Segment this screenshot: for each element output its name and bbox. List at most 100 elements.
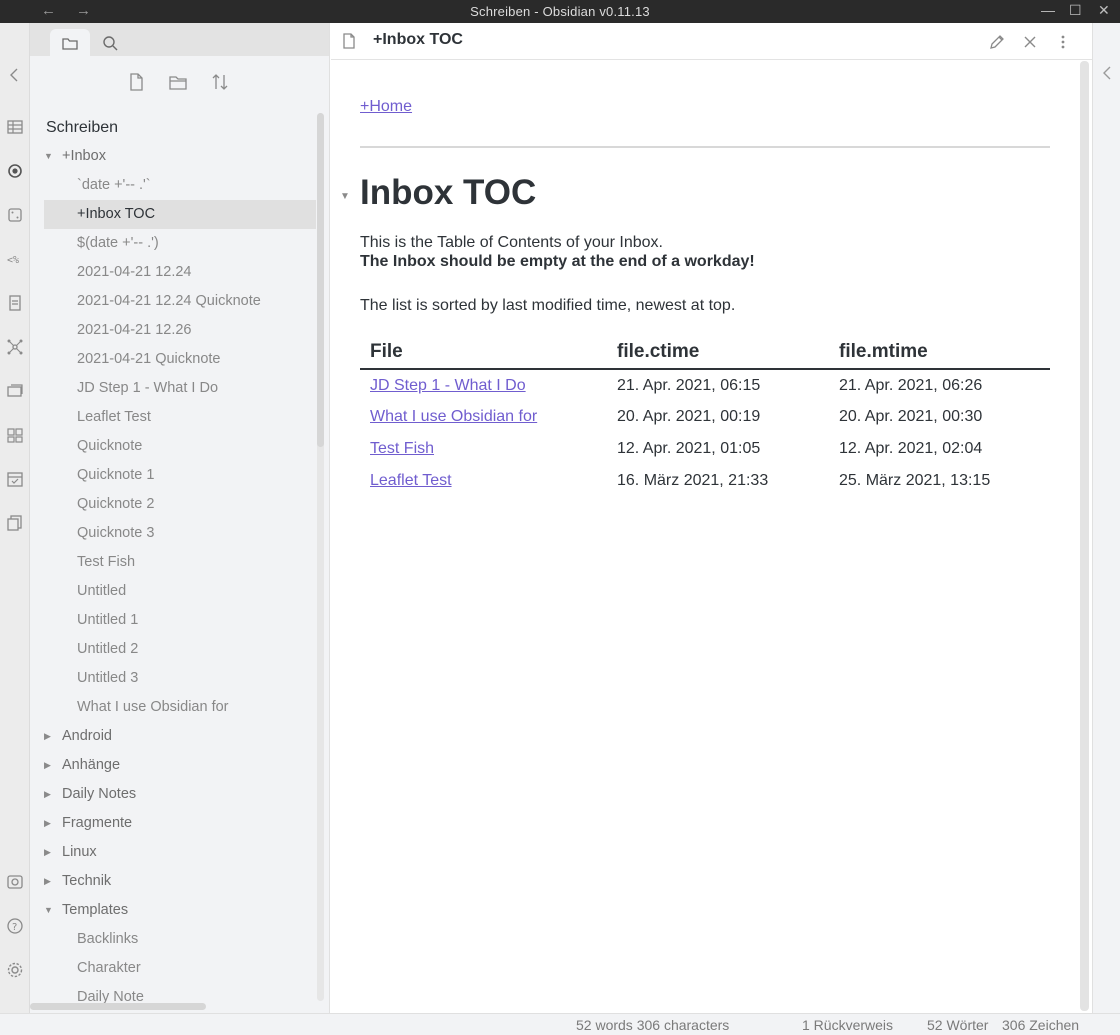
tree-item-label: Untitled 2	[77, 641, 139, 657]
tab-file-explorer[interactable]	[50, 29, 90, 56]
file-link[interactable]: Test Fish	[370, 440, 434, 457]
file-item[interactable]: Quicknote	[44, 432, 316, 461]
file-link[interactable]: JD Step 1 - What I Do	[370, 377, 526, 394]
sidebar-horizontal-scrollbar[interactable]	[30, 1003, 206, 1010]
tree-item-label: Fragmente	[62, 815, 133, 831]
editor-pane: +Inbox TOC +Home ▼ Inbox TOC This is the…	[331, 23, 1092, 1013]
folder-item[interactable]: ▼ +Inbox	[44, 142, 316, 171]
file-item[interactable]: $(date +'-- .')	[44, 229, 316, 258]
folder-item[interactable]: ▶ Anhänge	[44, 751, 316, 780]
note-title[interactable]: +Inbox TOC	[373, 31, 463, 49]
file-item[interactable]: Untitled 3	[44, 664, 316, 693]
import-icon[interactable]	[5, 293, 25, 313]
tree-item-label: Quicknote 3	[77, 525, 155, 541]
table-icon[interactable]	[5, 117, 25, 137]
chevron-down-icon[interactable]: ▼	[44, 142, 53, 171]
tree-item-label: Charakter	[77, 960, 141, 976]
window-titlebar: ← → Schreiben - Obsidian v0.11.13 — ☐ ✕	[0, 0, 1120, 23]
file-item[interactable]: 2021-04-21 12.26	[44, 316, 316, 345]
file-link[interactable]: What I use Obsidian for	[370, 408, 537, 425]
ctime-cell: 21. Apr. 2021, 06:15	[617, 376, 761, 394]
tab-search[interactable]	[90, 29, 130, 56]
backlink-count[interactable]: 1 Rückverweis	[802, 1017, 893, 1033]
vault-name[interactable]: Schreiben	[46, 119, 118, 137]
column-header-ctime[interactable]: file.ctime	[607, 336, 829, 370]
file-link[interactable]: Leaflet Test	[370, 472, 452, 489]
new-note-button[interactable]	[123, 69, 149, 95]
tree-item-label: 2021-04-21 12.26	[77, 322, 192, 338]
more-options-button[interactable]	[1053, 32, 1073, 52]
chevron-right-icon[interactable]: ▶	[44, 722, 52, 751]
close-window-button[interactable]: ✕	[1098, 2, 1110, 19]
file-item[interactable]: Untitled 2	[44, 635, 316, 664]
editor-scrollbar[interactable]	[1080, 61, 1089, 1011]
file-item[interactable]: Leaflet Test	[44, 403, 316, 432]
folder-item[interactable]: ▼ Templates	[44, 896, 316, 925]
chevron-right-icon[interactable]: ▶	[44, 838, 52, 867]
maximize-button[interactable]: ☐	[1069, 2, 1082, 19]
file-item[interactable]: 2021-04-21 12.24	[44, 258, 316, 287]
column-header-mtime[interactable]: file.mtime	[829, 336, 1050, 370]
file-item[interactable]: Untitled 1	[44, 606, 316, 635]
file-tree: ▼ +Inbox `date +'-- .'` +Inbox TOC $(date +'…	[44, 142, 316, 1012]
close-pane-button[interactable]	[1020, 32, 1040, 52]
file-item[interactable]: Quicknote 1	[44, 461, 316, 490]
vault-switch-icon[interactable]	[5, 872, 25, 892]
chevron-right-icon[interactable]: ▶	[44, 809, 52, 838]
kanban-icon[interactable]	[5, 425, 25, 445]
graph-dot-icon[interactable]	[5, 161, 25, 181]
templater-icon[interactable]: <%	[5, 249, 25, 269]
chevron-right-icon[interactable]: ▶	[44, 867, 52, 896]
file-item[interactable]: JD Step 1 - What I Do	[44, 374, 316, 403]
word-count-en: 52 words 306 characters	[576, 1017, 730, 1033]
expand-right-sidebar-icon[interactable]	[1100, 65, 1114, 81]
minimize-button[interactable]: —	[1041, 2, 1055, 18]
file-item[interactable]: 2021-04-21 12.24 Quicknote	[44, 287, 316, 316]
file-item[interactable]: 2021-04-21 Quicknote	[44, 345, 316, 374]
file-item[interactable]: Untitled	[44, 577, 316, 606]
settings-gear-icon[interactable]	[5, 960, 25, 980]
edit-mode-button[interactable]	[987, 32, 1007, 52]
file-item[interactable]: Test Fish	[44, 548, 316, 577]
intro-paragraph: This is the Table of Contents of your In…	[360, 233, 755, 271]
intro-bold-text: The Inbox should be empty at the end of …	[360, 253, 755, 270]
chevron-right-icon[interactable]: ▶	[44, 751, 52, 780]
tree-item-label: Leaflet Test	[77, 409, 151, 425]
calendar-check-icon[interactable]	[5, 469, 25, 489]
new-folder-button[interactable]	[165, 69, 191, 95]
sort-button[interactable]	[207, 69, 233, 95]
chevron-down-icon[interactable]: ▼	[44, 896, 53, 925]
sidebar-scrollbar-thumb[interactable]	[317, 113, 324, 447]
document-icon[interactable]	[340, 32, 358, 50]
mtime-cell: 25. März 2021, 13:15	[839, 472, 991, 489]
file-item[interactable]: Quicknote 3	[44, 519, 316, 548]
ribbon: <% ?	[0, 23, 30, 1013]
collapse-left-sidebar-icon[interactable]	[5, 65, 25, 85]
more-vertical-icon	[1061, 35, 1065, 49]
file-item[interactable]: Backlinks	[44, 925, 316, 954]
folder-item[interactable]: ▶ Fragmente	[44, 809, 316, 838]
help-icon[interactable]: ?	[5, 916, 25, 936]
column-header-file[interactable]: File	[360, 336, 607, 370]
intro-text: This is the Table of Contents of your In…	[360, 234, 663, 251]
file-item[interactable]: +Inbox TOC	[44, 200, 316, 229]
folder-item[interactable]: ▶ Android	[44, 722, 316, 751]
chevron-right-icon[interactable]: ▶	[44, 780, 52, 809]
table-row: Test Fish 12. Apr. 2021, 01:05 12. Apr. …	[360, 433, 1050, 465]
fold-heading-icon[interactable]: ▼	[340, 191, 350, 202]
folder-item[interactable]: ▶ Daily Notes	[44, 780, 316, 809]
file-item[interactable]: Charakter	[44, 954, 316, 983]
home-link[interactable]: +Home	[360, 98, 412, 116]
file-item[interactable]: Quicknote 2	[44, 490, 316, 519]
folder-item[interactable]: ▶ Technik	[44, 867, 316, 896]
mtime-cell: 12. Apr. 2021, 02:04	[839, 440, 983, 457]
folder-item[interactable]: ▶ Linux	[44, 838, 316, 867]
file-item[interactable]: What I use Obsidian for	[44, 693, 316, 722]
graph-view-icon[interactable]	[5, 337, 25, 357]
table-row: What I use Obsidian for 20. Apr. 2021, 0…	[360, 401, 1050, 433]
copy-icon[interactable]	[5, 513, 25, 533]
file-item[interactable]: `date +'-- .'`	[44, 171, 316, 200]
new-note-icon	[130, 73, 143, 91]
slides-icon[interactable]	[5, 381, 25, 401]
dice-icon[interactable]	[5, 205, 25, 225]
